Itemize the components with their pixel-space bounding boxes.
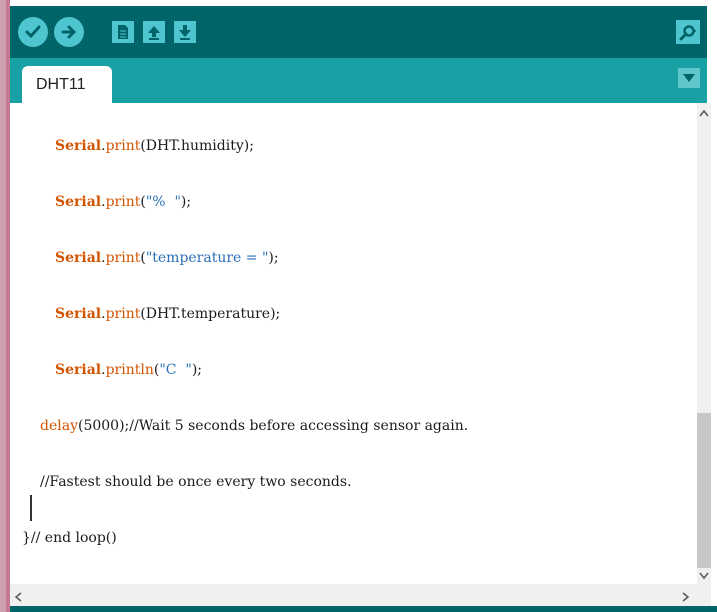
status-bar	[10, 606, 717, 612]
code-token: );	[191, 362, 202, 378]
scroll-up-icon[interactable]	[699, 105, 709, 121]
code-line: Serial.print(DHT.temperature);	[55, 305, 280, 323]
code-line: Serial.print("% ");	[55, 193, 191, 211]
vertical-scroll-thumb[interactable]	[697, 413, 711, 568]
code-token: (DHT.humidity);	[140, 138, 254, 154]
new-button[interactable]	[112, 21, 134, 43]
code-token: Serial	[55, 362, 102, 378]
vertical-scrollbar[interactable]	[697, 103, 711, 584]
code-token: Serial	[55, 194, 102, 210]
code-token: println	[105, 362, 154, 378]
scroll-right-icon[interactable]	[682, 590, 690, 606]
magnifier-icon	[679, 25, 696, 41]
code-token: Serial	[55, 250, 102, 266]
save-button[interactable]	[174, 21, 196, 43]
tab-bar: DHT11	[10, 58, 707, 103]
tab-label: DHT11	[36, 76, 86, 93]
code-token: print	[105, 138, 141, 154]
text-cursor	[30, 495, 32, 521]
code-line: //Fastest should be once every two secon…	[40, 474, 352, 490]
arrow-down-icon	[179, 25, 191, 40]
new-file-icon	[118, 25, 128, 39]
code-line: Serial.println("C ");	[55, 361, 202, 379]
upload-button[interactable]	[54, 17, 84, 47]
code-token: (5000);//Wait 5 seconds before accessing…	[77, 418, 469, 434]
code-token: "temperature = "	[145, 250, 269, 266]
arrow-right-icon	[61, 25, 77, 39]
code-token: print	[105, 306, 141, 322]
code-editor[interactable]: Serial.print(DHT.humidity); Serial.print…	[10, 103, 697, 584]
code-token: (DHT.temperature);	[140, 306, 281, 322]
code-token: Serial	[55, 138, 102, 154]
code-line: }// end loop()	[22, 530, 117, 546]
code-token: delay	[40, 418, 78, 434]
code-line: Serial.print(DHT.humidity);	[55, 137, 254, 155]
code-line: Serial.print("temperature = ");	[55, 249, 279, 267]
scroll-down-icon[interactable]	[699, 568, 709, 584]
triangle-down-icon	[683, 74, 695, 82]
serial-monitor-button[interactable]	[676, 20, 700, 44]
code-line: delay(5000);//Wait 5 seconds before acce…	[40, 417, 468, 435]
code-token: );	[268, 250, 279, 266]
check-icon	[25, 25, 41, 39]
arduino-ide-window: DHT11 Serial.print(DHT.humidity); Serial…	[0, 0, 717, 612]
tab-menu-button[interactable]	[678, 68, 700, 88]
code-token: );	[180, 194, 192, 210]
tab-dht11[interactable]: DHT11	[22, 66, 112, 103]
code-token: print	[105, 250, 141, 266]
code-token: "C "	[159, 362, 192, 378]
scroll-left-icon[interactable]	[14, 590, 22, 606]
verify-button[interactable]	[18, 17, 48, 47]
horizontal-scrollbar[interactable]	[10, 584, 711, 606]
arrow-up-icon	[148, 26, 160, 40]
code-token: Serial	[55, 306, 102, 322]
open-button[interactable]	[143, 21, 165, 43]
toolbar	[10, 6, 707, 58]
code-token: "% "	[145, 194, 181, 210]
code-token: print	[105, 194, 141, 210]
